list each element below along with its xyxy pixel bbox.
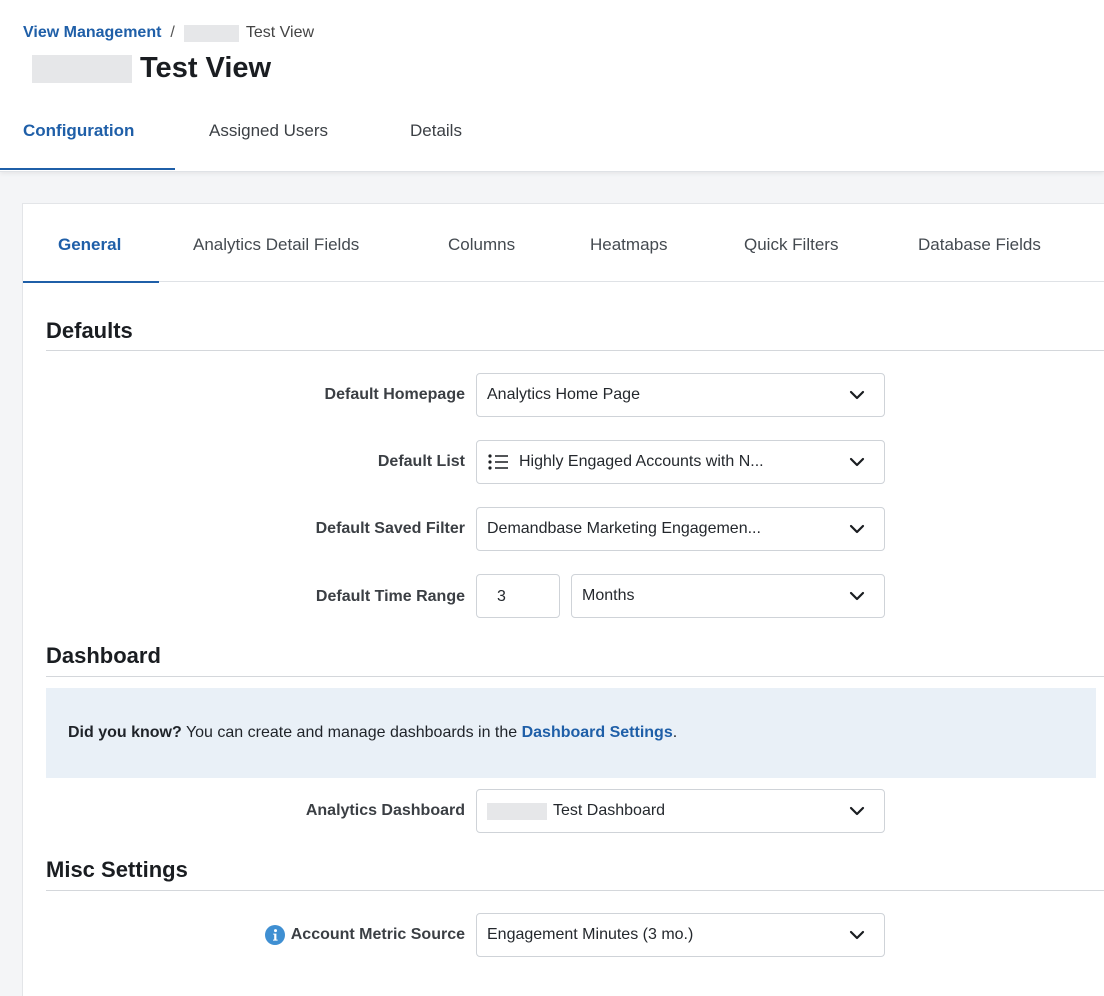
tab-heatmaps[interactable]: Heatmaps — [590, 235, 667, 255]
chevron-down-icon — [849, 524, 865, 534]
dashboard-settings-link[interactable]: Dashboard Settings — [522, 724, 673, 741]
chevron-down-icon — [849, 591, 865, 601]
breadcrumb-view-management-link[interactable]: View Management — [23, 24, 161, 42]
default-homepage-select[interactable]: Analytics Home Page — [476, 373, 885, 417]
account-metric-source-label: Account Metric Source — [290, 926, 465, 943]
default-homepage-value: Analytics Home Page — [487, 386, 640, 403]
tab-assigned-users[interactable]: Assigned Users — [209, 111, 328, 171]
tab-analytics-detail-fields[interactable]: Analytics Detail Fields — [193, 235, 359, 255]
default-homepage-label: Default Homepage — [324, 386, 465, 403]
chevron-down-icon — [849, 457, 865, 467]
default-list-select[interactable]: Highly Engaged Accounts with N... — [476, 440, 885, 484]
default-saved-filter-value: Demandbase Marketing Engagemen... — [487, 520, 761, 537]
section-divider — [46, 350, 1104, 351]
time-range-unit-value: Months — [582, 587, 635, 604]
breadcrumb: View Management / Test View — [23, 24, 314, 42]
tab-database-fields[interactable]: Database Fields — [918, 235, 1041, 255]
breadcrumb-separator: / — [170, 24, 175, 41]
redacted-text — [183, 24, 239, 42]
time-range-amount-input[interactable]: 3 — [476, 574, 560, 618]
section-divider — [46, 890, 1104, 891]
page-title: Test View — [140, 52, 272, 84]
section-heading-dashboard: Dashboard — [46, 643, 161, 668]
default-saved-filter-label: Default Saved Filter — [315, 520, 465, 537]
page-header: View Management / Test View Test View — [0, 0, 1104, 172]
dashboard-info-banner: Did you know? You can create and manage … — [46, 688, 1096, 778]
tab-configuration[interactable]: Configuration — [23, 111, 134, 171]
banner-lead: Did you know? — [68, 724, 182, 741]
default-list-label: Default List — [377, 453, 465, 470]
redacted-text — [487, 802, 547, 820]
chevron-down-icon — [849, 390, 865, 400]
section-heading-misc-settings: Misc Settings — [46, 857, 188, 882]
analytics-dashboard-select[interactable]: Test Dashboard — [476, 789, 885, 833]
chevron-down-icon — [849, 930, 865, 940]
chevron-down-icon — [849, 806, 865, 816]
configuration-card: General Analytics Detail Fields Columns … — [22, 203, 1104, 996]
list-icon — [488, 454, 508, 470]
tab-quick-filters[interactable]: Quick Filters — [744, 235, 838, 255]
active-inner-tab-indicator — [23, 281, 159, 283]
info-icon[interactable] — [264, 925, 285, 945]
default-list-value: Highly Engaged Accounts with N... — [519, 453, 764, 470]
banner-text: You can create and manage dashboards in … — [181, 724, 522, 741]
account-metric-source-select[interactable]: Engagement Minutes (3 mo.) — [476, 913, 885, 957]
tab-details[interactable]: Details — [410, 111, 462, 171]
tab-general[interactable]: General — [58, 235, 121, 255]
page-title-row: Test View — [32, 52, 271, 85]
time-range-unit-select[interactable]: Months — [571, 574, 885, 618]
analytics-dashboard-label: Analytics Dashboard — [305, 802, 465, 819]
active-tab-indicator — [0, 168, 175, 170]
banner-tail: . — [672, 724, 678, 741]
account-metric-source-value: Engagement Minutes (3 mo.) — [487, 926, 694, 943]
section-divider — [46, 676, 1104, 677]
section-heading-defaults: Defaults — [46, 318, 133, 343]
account-metric-source-label-row: Account Metric Source — [264, 925, 465, 945]
tab-columns[interactable]: Columns — [448, 235, 515, 255]
default-time-range-label: Default Time Range — [315, 588, 465, 605]
breadcrumb-current: Test View — [245, 24, 315, 41]
default-saved-filter-select[interactable]: Demandbase Marketing Engagemen... — [476, 507, 885, 551]
redacted-text — [32, 54, 132, 83]
analytics-dashboard-value: Test Dashboard — [553, 802, 666, 819]
inner-tab-bar: General Analytics Detail Fields Columns … — [23, 204, 1104, 283]
